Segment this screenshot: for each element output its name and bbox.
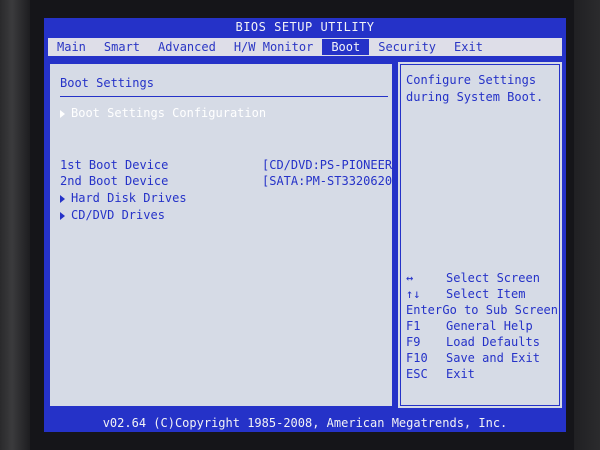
boot-settings-panel: Boot Settings Boot Settings Configuratio… <box>48 62 407 408</box>
key-name: ESC <box>406 367 428 381</box>
key-legend-row: ESC Exit <box>406 366 558 382</box>
key-description: General Help <box>446 319 533 333</box>
menu-bar: Main Smart Advanced H/W Monitor Boot Sec… <box>48 38 562 56</box>
menu-item-label: 1st Boot Device <box>60 158 169 172</box>
key-name: Enter <box>406 303 443 317</box>
key-description: Exit <box>446 367 475 381</box>
tab-main[interactable]: Main <box>48 39 95 55</box>
monitor-screen: BIOS SETUP UTILITY Main Smart Advanced H… <box>0 0 600 450</box>
menu-item-1st-boot-device[interactable]: 1st Boot Device <box>60 158 168 172</box>
help-panel: Configure Settings during System Boot. ↔… <box>398 62 562 408</box>
submenu-arrow-icon <box>60 194 65 203</box>
first-boot-device-value[interactable]: [CD/DVD:PS-PIONEER ] <box>262 158 407 172</box>
key-legend-row: F1 General Help <box>406 318 558 334</box>
key-legend-row: ↔ Select Screen <box>406 270 558 286</box>
key-name: ↑↓ <box>406 287 421 301</box>
key-name: F9 <box>406 335 421 349</box>
key-name: F10 <box>406 351 428 365</box>
monitor-bezel-left <box>0 0 30 450</box>
monitor-bezel-right <box>574 0 600 450</box>
submenu-arrow-icon <box>60 211 65 220</box>
menu-item-cd-dvd-drives[interactable]: CD/DVD Drives <box>60 208 165 222</box>
key-description: Go to Sub Screen <box>442 303 558 317</box>
tab-exit[interactable]: Exit <box>445 39 492 55</box>
second-boot-device-value[interactable]: [SATA:PM-ST3320620A] <box>262 174 407 188</box>
menu-item-hard-disk-drives[interactable]: Hard Disk Drives <box>60 191 187 205</box>
tab-boot[interactable]: Boot <box>322 39 370 55</box>
tab-advanced[interactable]: Advanced <box>149 39 225 55</box>
bios-window: BIOS SETUP UTILITY Main Smart Advanced H… <box>44 18 566 432</box>
help-text: Configure Settings during System Boot. <box>406 73 544 104</box>
menu-item-label: CD/DVD Drives <box>71 208 165 222</box>
menu-item-label: Hard Disk Drives <box>71 191 187 205</box>
section-divider <box>60 96 388 97</box>
menu-item-2nd-boot-device[interactable]: 2nd Boot Device <box>60 174 168 188</box>
tab-security[interactable]: Security <box>369 39 445 55</box>
tab-hw-monitor[interactable]: H/W Monitor <box>225 39 322 55</box>
bios-title: BIOS SETUP UTILITY <box>235 20 375 34</box>
tab-smart[interactable]: Smart <box>95 39 149 55</box>
menu-item-label: Boot Settings Configuration <box>71 106 267 120</box>
key-legend-row: F10 Save and Exit <box>406 350 558 366</box>
key-name: ↔ <box>406 271 414 285</box>
copyright-footer: v02.64 (C)Copyright 1985-2008, American … <box>102 416 508 430</box>
submenu-arrow-icon <box>60 109 65 118</box>
key-legend-row: Enter Go to Sub Screen <box>406 302 558 318</box>
key-legend: ↔ Select Screen ↑↓ Select Item Enter Go … <box>406 270 558 382</box>
key-description: Select Item <box>446 287 526 301</box>
key-description: Save and Exit <box>446 351 540 365</box>
key-legend-row: F9 Load Defaults <box>406 334 558 350</box>
menu-item-label: 2nd Boot Device <box>60 174 169 188</box>
key-description: Load Defaults <box>446 335 540 349</box>
menu-item-boot-settings-configuration[interactable]: Boot Settings Configuration <box>60 106 266 120</box>
section-title: Boot Settings <box>60 76 154 90</box>
key-name: F1 <box>406 319 421 333</box>
key-legend-row: ↑↓ Select Item <box>406 286 558 302</box>
key-description: Select Screen <box>446 271 540 285</box>
